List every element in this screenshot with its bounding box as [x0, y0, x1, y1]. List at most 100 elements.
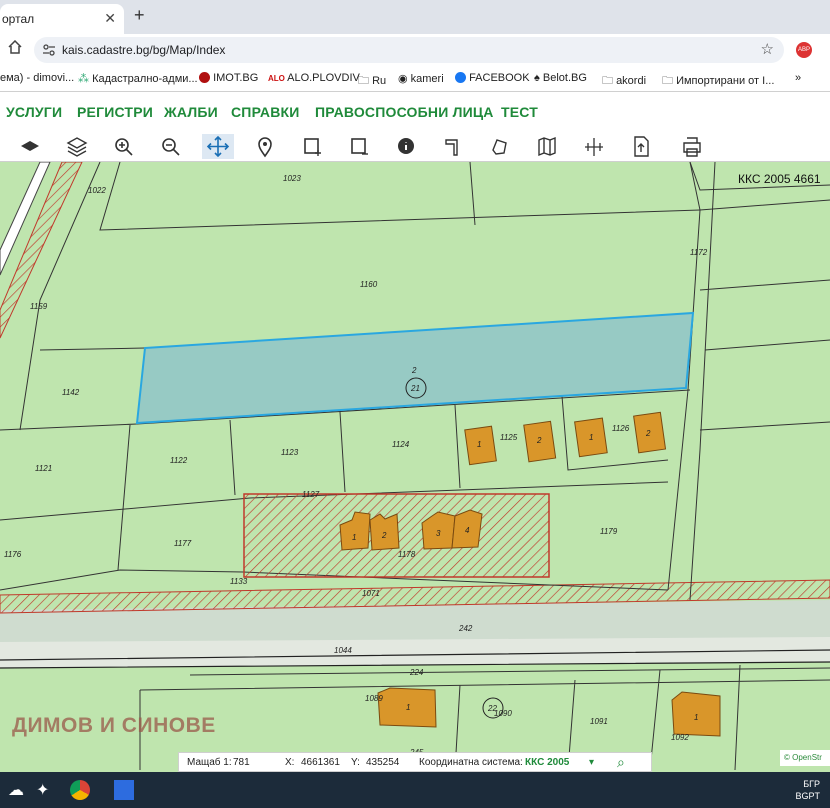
- building-number: 2: [537, 436, 542, 445]
- home-icon[interactable]: [8, 39, 22, 59]
- alo-logo-icon: ALO: [268, 74, 288, 83]
- chevron-down-icon[interactable]: ▾: [589, 757, 594, 768]
- adblock-extension-icon[interactable]: ABP: [796, 42, 812, 58]
- info-icon[interactable]: [390, 134, 422, 159]
- print-icon[interactable]: [676, 134, 708, 159]
- bookmark-alo[interactable]: ALO ALO.PLOVDIV: [268, 72, 360, 84]
- parcel-label: 1177: [174, 539, 192, 548]
- measure-area-icon[interactable]: [484, 134, 516, 159]
- nav-spravki[interactable]: СПРАВКИ: [231, 104, 300, 120]
- zoom-out-icon[interactable]: [155, 134, 187, 159]
- bookmark-cadastre[interactable]: ⁂ Кадастрално-адми...: [78, 72, 198, 85]
- scale-value: 781: [233, 757, 250, 768]
- parcel-label: 1133: [230, 577, 248, 586]
- bookmark-imported[interactable]: 🗀 Импортирани от I...: [662, 72, 774, 91]
- folder-icon: 🗀: [602, 75, 617, 87]
- tab-bar: ортал ✕ +: [0, 0, 830, 34]
- parcel-label: 1172: [690, 248, 708, 257]
- osm-attribution[interactable]: © OpenStr: [780, 750, 830, 766]
- map-canvas[interactable]: ККС 2005 4661 1023 1022 1172 1160 1159 1…: [0, 162, 830, 772]
- facebook-icon: [455, 72, 466, 83]
- parcel-label: 1044: [334, 646, 352, 655]
- zoom-in-icon[interactable]: [108, 134, 140, 159]
- parcel-label: 1160: [360, 280, 378, 289]
- chrome-icon[interactable]: [70, 780, 90, 800]
- crs-label: ККС 2005 4661: [738, 172, 821, 186]
- bookmark-belot[interactable]: ♠ Belot.BG: [534, 72, 587, 84]
- building-number: 3: [436, 529, 441, 538]
- pan-icon[interactable]: [202, 134, 234, 159]
- parcel-label: 1142: [62, 388, 80, 397]
- parcel-label: 1126: [612, 424, 630, 433]
- globe-icon: ◉: [398, 73, 411, 85]
- map-labels: ККС 2005 4661 1023 1022 1172 1160 1159 1…: [0, 162, 830, 772]
- bookmark-facebook[interactable]: FACEBOOK: [455, 72, 530, 84]
- parcel-label: 1159: [30, 302, 48, 311]
- layers-stack-icon[interactable]: [61, 134, 93, 159]
- new-tab-icon[interactable]: +: [134, 5, 145, 26]
- folder-icon: 🗀: [358, 75, 373, 87]
- crs-select[interactable]: ККС 2005: [525, 757, 569, 768]
- parcel-label: 1125: [500, 433, 518, 442]
- bookmark-akordi[interactable]: 🗀 akordi: [602, 72, 646, 91]
- url-field[interactable]: kais.cadastre.bg/bg/Map/Index ☆: [34, 37, 784, 63]
- nav-pravosposobni[interactable]: ПРАВОСПОСОБНИ ЛИЦА: [315, 104, 494, 120]
- parcel-label: 1122: [170, 456, 188, 465]
- select-rect-icon[interactable]: [296, 134, 328, 159]
- clear-select-icon[interactable]: [343, 134, 375, 159]
- bookmark-kameri[interactable]: ◉ kameri: [398, 72, 444, 85]
- nav-registri[interactable]: РЕГИСТРИ: [77, 104, 153, 120]
- map-status-bar: Мащаб 1: 781 X: 4661361 Y: 435254 Коорди…: [178, 752, 652, 772]
- parcel-label: 1179: [600, 527, 618, 536]
- nav-jalbi[interactable]: ЖАЛБИ: [164, 104, 218, 120]
- y-value: 435254: [366, 757, 400, 768]
- parcel-label: 1071: [362, 589, 380, 598]
- parcel-label: 21: [411, 384, 420, 393]
- marker-icon[interactable]: [249, 134, 281, 159]
- parcel-label: 1091: [590, 717, 608, 726]
- bookmark-ru[interactable]: 🗀 Ru: [358, 72, 386, 91]
- weather-icon[interactable]: ☁: [8, 780, 24, 800]
- pen-icon[interactable]: [437, 134, 469, 159]
- nav-uslugi[interactable]: УСЛУГИ: [6, 104, 62, 120]
- more-bookmarks-icon[interactable]: »: [795, 72, 801, 84]
- map-icon[interactable]: [531, 134, 563, 159]
- export-icon[interactable]: [625, 134, 657, 159]
- building-number: 4: [465, 526, 470, 535]
- app-icon-2[interactable]: [114, 780, 134, 800]
- bookmark-dimovi[interactable]: ема) - dimovi...: [0, 72, 74, 84]
- parcel-label: 2: [412, 366, 417, 375]
- bookmark-imot[interactable]: IMOT.BG: [199, 72, 258, 84]
- layers-icon[interactable]: [14, 134, 46, 159]
- parcel-label: 1178: [398, 550, 416, 559]
- scale-label: Мащаб 1:: [187, 757, 232, 768]
- building-number: 1: [694, 713, 699, 722]
- search-icon[interactable]: ⌕: [617, 754, 625, 771]
- tab-title: ортал: [2, 12, 35, 26]
- system-tray[interactable]: БГР BGPT: [795, 778, 820, 802]
- app-icon[interactable]: ✦: [36, 780, 49, 800]
- browser-tab[interactable]: ортал ✕: [0, 4, 124, 34]
- parcel-label: 224: [410, 668, 424, 677]
- site-nav: УСЛУГИ РЕГИСТРИ ЖАЛБИ СПРАВКИ ПРАВОСПОСО…: [0, 93, 830, 131]
- crs-label-status: Координатна система:: [419, 757, 523, 768]
- bookmark-favicon-icon: ⁂: [78, 73, 93, 85]
- spade-icon: ♠: [534, 72, 543, 84]
- nav-test[interactable]: ТЕСТ: [501, 104, 538, 120]
- measure-line-icon[interactable]: [578, 134, 610, 159]
- bookmark-star-icon[interactable]: ☆: [761, 40, 774, 58]
- y-label: Y:: [351, 757, 360, 768]
- address-bar-row: kais.cadastre.bg/bg/Map/Index ☆ ABP: [0, 34, 830, 66]
- building-number: 2: [382, 531, 387, 540]
- building-number: 2: [646, 429, 651, 438]
- parcel-label: 1127: [302, 490, 320, 499]
- parcel-label: 1176: [4, 550, 22, 559]
- parcel-label: 1124: [392, 440, 410, 449]
- folder-icon: 🗀: [662, 75, 677, 87]
- layout-indicator[interactable]: BGPT: [795, 790, 820, 802]
- close-tab-icon[interactable]: ✕: [104, 10, 116, 27]
- language-indicator[interactable]: БГР: [795, 778, 820, 790]
- watermark-text: ДИМОВ И СИНОВЕ: [12, 714, 216, 737]
- site-settings-icon[interactable]: [42, 43, 56, 62]
- url-text: kais.cadastre.bg/bg/Map/Index: [62, 43, 226, 57]
